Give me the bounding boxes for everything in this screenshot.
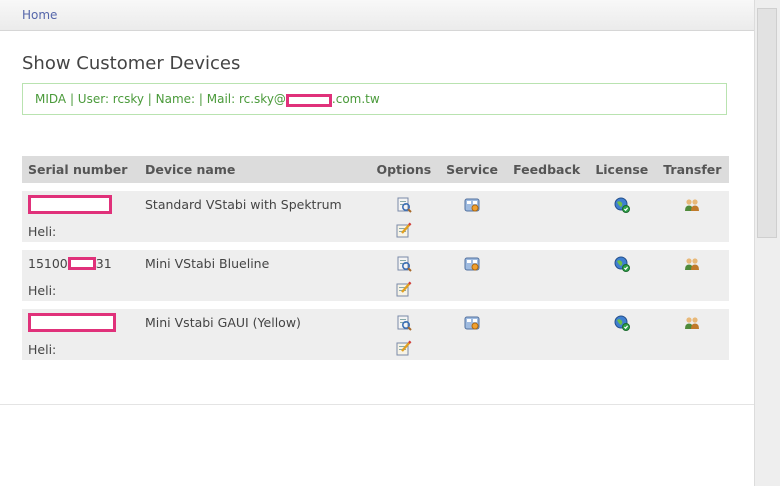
license-globe-icon[interactable] — [614, 256, 630, 272]
transfer-cell — [655, 191, 729, 242]
vertical-scrollbar[interactable] — [754, 0, 780, 486]
col-options: Options — [369, 156, 439, 183]
license-cell — [587, 250, 656, 301]
service-icon[interactable] — [464, 197, 480, 213]
feedback-cell — [505, 250, 588, 301]
heli-label: Heli: — [28, 283, 57, 298]
col-device-name: Device name — [139, 156, 369, 183]
serial-cell: 15100 31 Heli: — [22, 250, 139, 301]
device-name: Standard VStabi with Spektrum — [145, 197, 342, 212]
customer-mail-domain: .com.tw — [331, 92, 380, 106]
col-license: License — [587, 156, 656, 183]
device-name-cell: Mini Vstabi GAUI (Yellow) — [139, 309, 369, 360]
table-row: 15100 31 Heli: Mini VStabi Blueline — [22, 250, 729, 301]
table-row: Heli: Mini Vstabi GAUI (Yellow) — [22, 309, 729, 360]
redaction-mark — [28, 313, 116, 332]
serial-number-start: 15100 — [28, 256, 68, 271]
transfer-users-icon[interactable] — [684, 256, 700, 272]
license-globe-icon[interactable] — [614, 315, 630, 331]
devices-table: Serial number Device name Options Servic… — [22, 148, 729, 368]
home-link[interactable]: Home — [22, 8, 57, 22]
col-feedback: Feedback — [505, 156, 588, 183]
col-serial-number: Serial number — [22, 156, 139, 183]
redaction-mark — [28, 195, 112, 214]
serial-number-end: 31 — [95, 256, 112, 271]
notes-icon[interactable] — [396, 340, 412, 356]
service-icon[interactable] — [464, 315, 480, 331]
content-panel: Show Customer Devices MIDA | User: rcsky… — [0, 36, 754, 405]
transfer-users-icon[interactable] — [684, 315, 700, 331]
serial-cell: Heli: — [22, 191, 139, 242]
heli-label: Heli: — [28, 342, 57, 357]
edit-device-icon[interactable] — [396, 315, 412, 331]
col-service: Service — [438, 156, 506, 183]
serial-number: 15100 31 — [28, 250, 133, 271]
notes-icon[interactable] — [396, 281, 412, 297]
serial-cell: Heli: — [22, 309, 139, 360]
heli-label: Heli: — [28, 224, 57, 239]
table-row: Heli: Standard VStabi with Spektrum — [22, 191, 729, 242]
notes-icon[interactable] — [396, 222, 412, 238]
customer-info-box: MIDA | User: rcsky | Name: | Mail: rc.sk… — [22, 83, 727, 115]
edit-device-icon[interactable] — [396, 197, 412, 213]
device-name-cell: Standard VStabi with Spektrum — [139, 191, 369, 242]
redaction-mark — [67, 257, 96, 270]
scrollbar-thumb[interactable] — [757, 8, 777, 238]
table-header-row: Serial number Device name Options Servic… — [22, 156, 729, 183]
license-cell — [587, 309, 656, 360]
service-icon[interactable] — [464, 256, 480, 272]
transfer-cell — [655, 309, 729, 360]
transfer-cell — [655, 250, 729, 301]
service-cell — [438, 250, 506, 301]
feedback-cell — [505, 309, 588, 360]
page-title: Show Customer Devices — [22, 53, 241, 74]
license-globe-icon[interactable] — [614, 197, 630, 213]
redaction-mark — [285, 94, 332, 107]
device-name: Mini VStabi Blueline — [145, 256, 270, 271]
service-cell — [438, 191, 506, 242]
options-cell — [369, 309, 439, 360]
options-cell — [369, 250, 439, 301]
device-name: Mini Vstabi GAUI (Yellow) — [145, 315, 301, 330]
edit-device-icon[interactable] — [396, 256, 412, 272]
transfer-users-icon[interactable] — [684, 197, 700, 213]
customer-info-text: MIDA | User: rcsky | Name: | Mail: rc.sk… — [35, 92, 286, 106]
col-transfer: Transfer — [655, 156, 729, 183]
service-cell — [438, 309, 506, 360]
options-cell — [369, 191, 439, 242]
device-name-cell: Mini VStabi Blueline — [139, 250, 369, 301]
top-bar: Home — [0, 0, 754, 31]
license-cell — [587, 191, 656, 242]
feedback-cell — [505, 191, 588, 242]
